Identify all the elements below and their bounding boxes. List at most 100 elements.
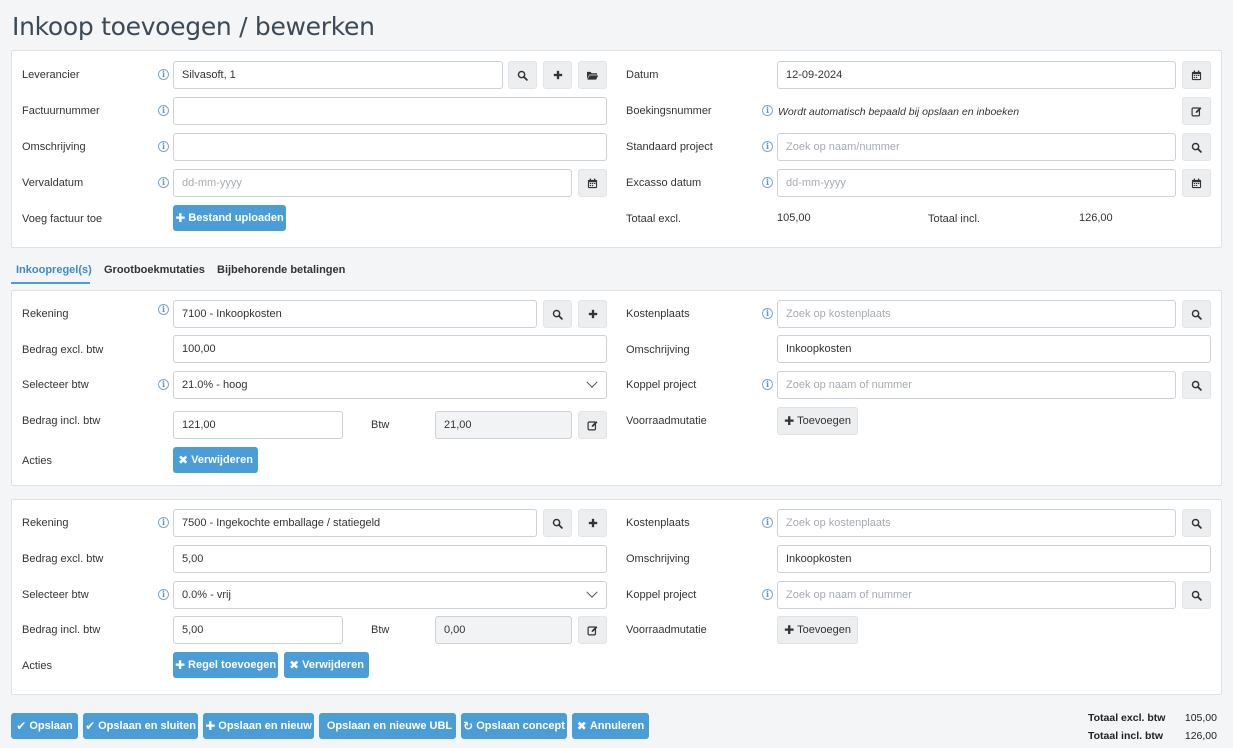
boekingsnummer-info-icon[interactable]: i <box>762 105 773 116</box>
kostenplaats-info-icon[interactable]: i <box>762 517 773 528</box>
vervaldatum-calendar-button[interactable] <box>578 169 607 197</box>
factuurnummer-label: Factuurnummer <box>22 105 100 117</box>
bedrag-incl-label: Bedrag incl. btw <box>22 415 101 427</box>
totaal-incl-label: Totaal incl. <box>928 213 980 225</box>
plus-icon <box>588 518 598 528</box>
tab-bijbehorende-betalingen[interactable]: Bijbehorende betalingen <box>217 264 345 276</box>
standaard-project-input[interactable] <box>777 133 1176 161</box>
koppel-project-search-button[interactable] <box>1182 371 1211 399</box>
times-icon: ✖ <box>289 658 300 672</box>
tab-inkoopregels[interactable]: Inkoopregel(s) <box>16 264 92 276</box>
plus-icon: ✚ <box>784 414 795 428</box>
bedrag-excl-input[interactable] <box>173 335 607 363</box>
verwijderen-button[interactable]: ✖ Verwijderen <box>284 652 369 678</box>
acties-label: Acties <box>22 660 52 672</box>
kostenplaats-info-icon[interactable]: i <box>762 308 773 319</box>
datum-calendar-button[interactable] <box>1182 61 1211 89</box>
times-icon: ✖ <box>576 719 587 733</box>
excasso-datum-info-icon[interactable]: i <box>762 177 773 188</box>
kostenplaats-input[interactable] <box>777 509 1176 537</box>
factuurnummer-input[interactable] <box>173 97 607 125</box>
line-omschrijving-input[interactable] <box>777 545 1211 573</box>
btw-label: Btw <box>371 419 390 431</box>
leverancier-search-button[interactable] <box>508 61 537 89</box>
vervaldatum-info-icon[interactable]: i <box>158 177 169 188</box>
search-icon <box>517 70 528 81</box>
kostenplaats-search-button[interactable] <box>1182 509 1211 537</box>
refresh-icon: ↻ <box>463 719 474 733</box>
voorraadmutatie-toevoegen-button[interactable]: ✚ Toevoegen <box>777 407 858 435</box>
line-omschrijving-input[interactable] <box>777 335 1211 363</box>
vervaldatum-label: Vervaldatum <box>22 177 84 189</box>
check-icon: ✔ <box>85 719 96 733</box>
rekening-input[interactable] <box>173 300 537 328</box>
plus-icon: ✚ <box>784 623 795 637</box>
tab-grootboekmutaties[interactable]: Grootboekmutaties <box>104 264 205 276</box>
annuleren-button[interactable]: ✖ Annuleren <box>572 713 649 739</box>
edit-icon <box>1191 106 1202 117</box>
verwijderen-button[interactable]: ✖ Verwijderen <box>173 447 258 473</box>
selecteer-btw-info-icon[interactable]: i <box>158 589 169 600</box>
leverancier-info-icon[interactable]: i <box>158 69 169 80</box>
koppel-project-search-button[interactable] <box>1182 581 1211 609</box>
rekening-label: Rekening <box>22 517 69 529</box>
boekingsnummer-note: Wordt automatisch bepaald bij opslaan en… <box>778 106 1020 118</box>
vervaldatum-input[interactable] <box>173 169 572 197</box>
opslaan-concept-button[interactable]: ↻ Opslaan concept <box>461 713 567 739</box>
kostenplaats-label: Kostenplaats <box>626 517 690 529</box>
opslaan-en-nieuw-button[interactable]: ✚ Opslaan en nieuw <box>203 713 314 739</box>
excasso-datum-calendar-button[interactable] <box>1182 169 1211 197</box>
regel-toevoegen-button[interactable]: ✚ Regel toevoegen <box>173 652 278 678</box>
standaard-project-info-icon[interactable]: i <box>762 141 773 152</box>
edit-icon <box>587 420 598 431</box>
omschrijving-info-icon[interactable]: i <box>158 141 169 152</box>
rekening-add-button[interactable] <box>578 300 607 328</box>
opslaan-en-nieuwe-ubl-button[interactable]: Opslaan en nieuwe UBL <box>319 713 456 739</box>
opslaan-en-sluiten-button[interactable]: ✔ Opslaan en sluiten <box>83 713 198 739</box>
koppel-project-input[interactable] <box>777 371 1176 399</box>
kostenplaats-input[interactable] <box>777 300 1176 328</box>
koppel-project-info-icon[interactable]: i <box>762 589 773 600</box>
omschrijving-input[interactable] <box>173 133 607 161</box>
rekening-info-icon[interactable]: i <box>158 517 169 528</box>
btw-amount-input[interactable] <box>435 411 572 439</box>
calendar-icon <box>587 178 598 189</box>
search-icon <box>1191 142 1202 153</box>
voorraadmutatie-toevoegen-button[interactable]: ✚ Toevoegen <box>777 616 858 644</box>
bedrag-incl-input[interactable] <box>173 411 343 439</box>
leverancier-open-button[interactable] <box>578 61 607 89</box>
footer-totaal-excl-label: Totaal excl. btw <box>1088 712 1166 724</box>
factuurnummer-info-icon[interactable]: i <box>158 105 169 116</box>
kostenplaats-search-button[interactable] <box>1182 300 1211 328</box>
rekening-search-button[interactable] <box>543 509 572 537</box>
btw-amount-input[interactable] <box>435 616 572 644</box>
bedrag-excl-input[interactable] <box>173 545 607 573</box>
excasso-datum-input[interactable] <box>777 169 1176 197</box>
btw-select[interactable]: 0.0% - vrij <box>173 581 607 609</box>
rekening-search-button[interactable] <box>543 300 572 328</box>
leverancier-add-button[interactable] <box>543 61 572 89</box>
omschrijving-label: Omschrijving <box>22 141 86 153</box>
leverancier-input[interactable] <box>173 61 503 89</box>
btw-select[interactable]: 21.0% - hoog <box>173 371 607 399</box>
standaard-project-search-button[interactable] <box>1182 133 1211 161</box>
datum-input[interactable] <box>777 61 1176 89</box>
koppel-project-info-icon[interactable]: i <box>762 379 773 390</box>
footer-totaal-incl-value: 126,00 <box>1184 730 1217 742</box>
selecteer-btw-info-icon[interactable]: i <box>158 379 169 390</box>
bestand-uploaden-button[interactable]: ✚ Bestand uploaden <box>173 205 286 231</box>
bedrag-incl-input[interactable] <box>173 616 343 644</box>
bedrag-excl-label: Bedrag excl. btw <box>22 344 104 356</box>
opslaan-button[interactable]: ✔ Opslaan <box>11 713 78 739</box>
btw-edit-button[interactable] <box>578 411 607 439</box>
btw-edit-button[interactable] <box>578 616 607 644</box>
check-icon: ✔ <box>16 719 27 733</box>
rekening-input[interactable] <box>173 509 537 537</box>
calendar-icon <box>1191 178 1202 189</box>
rekening-info-icon[interactable]: i <box>158 304 169 315</box>
boekingsnummer-edit-button[interactable] <box>1182 97 1211 125</box>
rekening-add-button[interactable] <box>578 509 607 537</box>
btw-label: Btw <box>371 624 390 636</box>
koppel-project-input[interactable] <box>777 581 1176 609</box>
datum-label: Datum <box>626 69 659 81</box>
